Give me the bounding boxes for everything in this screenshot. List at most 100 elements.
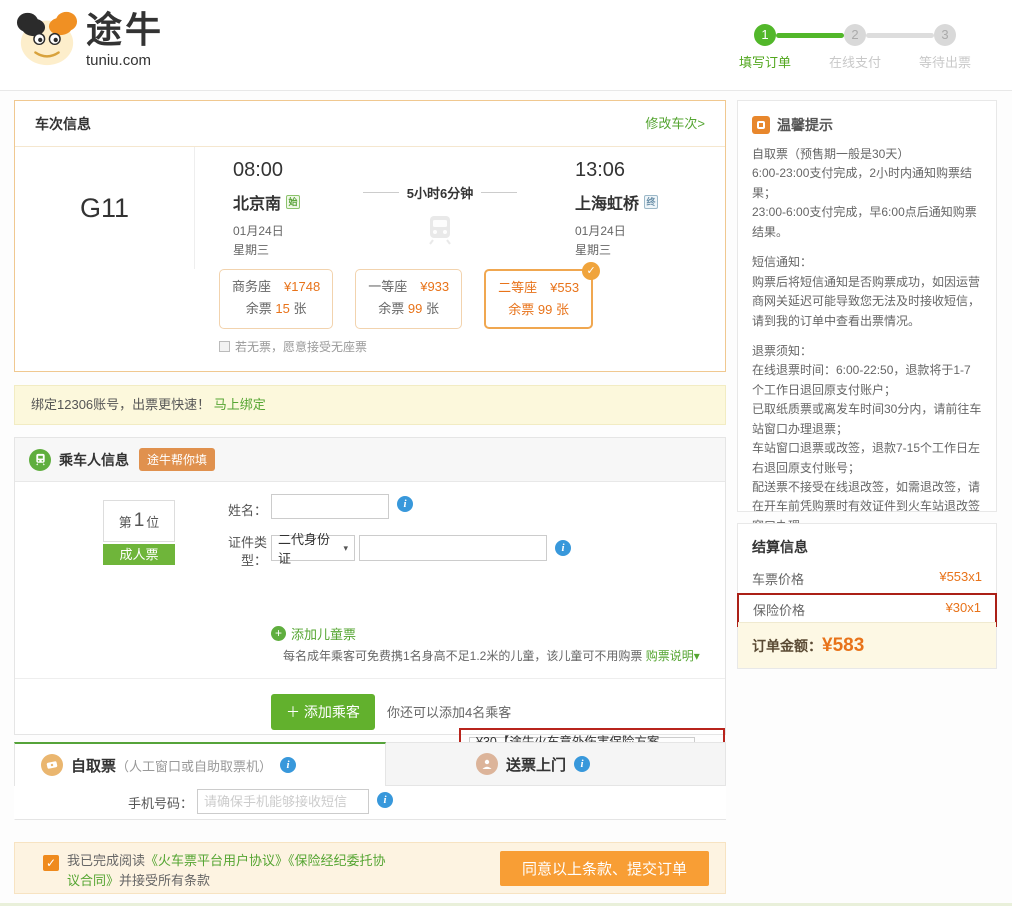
settlement-title: 结算信息 xyxy=(738,524,996,566)
tab-self-pickup[interactable]: 自取票 （人工窗口或自助取票机） i xyxy=(14,742,386,786)
arrive-time: 13:06 xyxy=(575,159,658,182)
phone-input[interactable] xyxy=(197,789,369,814)
seat-option-first[interactable]: 一等座 ¥933 余票 99 张 xyxy=(355,269,462,329)
bind-text: 绑定12306账号，出票更快速！ xyxy=(31,397,210,412)
step-2-label: 在线支付 xyxy=(820,52,890,71)
step-1-label: 填写订单 xyxy=(730,52,800,71)
duration-text: 5小时6分钟 xyxy=(355,183,525,202)
tab-self-sub: （人工窗口或自助取票机） xyxy=(116,756,272,775)
seat-unit: 张 xyxy=(556,302,569,317)
id-number-input[interactable] xyxy=(359,535,547,561)
delivery-section: 自取票 （人工窗口或自助取票机） i 送票上门 i 手机号码： i xyxy=(14,742,726,820)
seat-selected-check-icon: ✓ xyxy=(582,262,600,280)
ticket-price-value: ¥553x1 xyxy=(939,569,982,588)
insurance-price-label: 保险价格 xyxy=(753,600,805,619)
step-3-label: 等待出票 xyxy=(910,52,980,71)
seat-price: ¥553 xyxy=(550,280,579,295)
tips-paragraph-sms: 短信通知： 购票后将短信通知是否购票成功，如因运营商网关延迟可能导致您无法及时接… xyxy=(738,253,996,331)
user-agreement-link[interactable]: 《火车票平台用户协议》 xyxy=(145,853,288,868)
seat-count: 99 xyxy=(538,302,552,317)
self-pickup-info-icon[interactable]: i xyxy=(280,757,296,773)
tab-self-label: 自取票 xyxy=(71,755,116,776)
train-number: G11 xyxy=(15,147,195,269)
tuniu-helpfill-badge[interactable]: 途牛帮你填 xyxy=(139,448,215,471)
add-passenger-button[interactable]: ＋ 添加乘客 xyxy=(271,694,375,730)
step-3-circle: 3 xyxy=(934,24,956,46)
seat-left-label: 余票 xyxy=(378,301,404,316)
seat-option-second-selected[interactable]: ✓ 二等座 ¥553 余票 99 张 xyxy=(484,269,593,329)
tips-title: 温馨提示 xyxy=(777,115,833,135)
submit-order-button[interactable]: 同意以上条款、提交订单 xyxy=(500,851,709,886)
train-info-card: 车次信息 修改车次> G11 08:00 北京南 始 01月24日 星期三 5小… xyxy=(14,100,726,372)
child-note-text: 每名成年乘客可免费携1名身高不足1.2米的儿童，该儿童可不用购票 xyxy=(283,649,642,663)
seat-name: 二等座 xyxy=(498,280,537,295)
page: 途牛 tuniu.com 1 2 3 填写订单 在线支付 等待出票 车次信息 修… xyxy=(0,0,1012,906)
logo-domain: tuniu.com xyxy=(86,52,164,69)
agreement-bar: ✓ 我已完成阅读《火车票平台用户协议》《保险经纪委托协议合同》并接受所有条款 同… xyxy=(14,842,726,894)
train-card-title: 车次信息 xyxy=(35,101,91,146)
order-total-value: ¥583 xyxy=(822,635,864,657)
ticket-price-row: 车票价格 ¥553x1 xyxy=(738,566,996,593)
bind-12306-bar: 绑定12306账号，出票更快速！ 马上绑定 xyxy=(14,385,726,425)
passenger-index-box: 第1位 xyxy=(103,500,175,542)
depart-weekday: 星期三 xyxy=(233,241,300,260)
seat-left-label: 余票 xyxy=(246,301,272,316)
tips-card: 温馨提示 自取票（预售期一般是30天） 6:00-23:00支付完成，2小时内通… xyxy=(737,100,997,512)
no-seat-label: 若无票，愿意接受无座票 xyxy=(235,338,367,355)
train-icon xyxy=(355,212,525,251)
insurance-price-value: ¥30x1 xyxy=(946,600,981,619)
agreement-post: 并接受所有条款 xyxy=(119,873,210,888)
phone-row: 手机号码： i xyxy=(14,786,726,820)
id-info-icon[interactable]: i xyxy=(555,540,571,556)
person-icon xyxy=(476,753,498,775)
seat-option-business[interactable]: 商务座 ¥1748 余票 15 张 xyxy=(219,269,333,329)
name-label: 姓名： xyxy=(205,500,267,519)
tab-home-label: 送票上门 xyxy=(506,754,566,775)
seat-unit: 张 xyxy=(293,301,306,316)
arrive-date: 01月24日 xyxy=(575,222,658,241)
agreement-pre: 我已完成阅读 xyxy=(67,853,145,868)
name-info-icon[interactable]: i xyxy=(397,496,413,512)
seat-unit: 张 xyxy=(426,301,439,316)
home-delivery-info-icon[interactable]: i xyxy=(574,756,590,772)
arrive-badge: 终 xyxy=(644,195,658,209)
seat-count: 99 xyxy=(408,301,422,316)
id-type-select[interactable]: 二代身份证 ▾ xyxy=(271,535,355,561)
agreement-text: 我已完成阅读《火车票平台用户协议》《保险经纪委托协议合同》并接受所有条款 xyxy=(67,851,397,891)
tips-paragraph-pickup: 自取票（预售期一般是30天） 6:00-23:00支付完成，2小时内通知购票结果… xyxy=(738,145,996,242)
caret-down-icon: ▾ xyxy=(343,543,348,554)
logo-text: 途牛 xyxy=(86,8,164,52)
tab-home-delivery[interactable]: 送票上门 i xyxy=(386,742,726,786)
id-type-label: 证件类型： xyxy=(215,534,267,569)
idx-post: 位 xyxy=(146,512,159,531)
tuniu-logo[interactable]: 途牛 tuniu.com xyxy=(16,8,164,69)
header: 途牛 tuniu.com 1 2 3 填写订单 在线支付 等待出票 xyxy=(0,0,1012,91)
depart-badge: 始 xyxy=(286,195,300,209)
tips-icon xyxy=(752,116,770,134)
add-child-label: 添加儿童票 xyxy=(291,624,356,643)
ticket-price-label: 车票价格 xyxy=(752,569,804,588)
modify-train-link[interactable]: 修改车次> xyxy=(645,101,705,146)
id-type-value: 二代身份证 xyxy=(278,529,337,567)
step-2-circle: 2 xyxy=(844,24,866,46)
phone-info-icon[interactable]: i xyxy=(377,792,393,808)
bind-now-link[interactable]: 马上绑定 xyxy=(214,397,266,412)
add-child-ticket-link[interactable]: + 添加儿童票 xyxy=(271,624,356,643)
depart-station: 北京南 xyxy=(233,190,281,214)
adult-ticket-badge: 成人票 xyxy=(103,544,175,565)
seat-name: 商务座 xyxy=(232,279,271,294)
passenger-info-card: 乘车人信息 途牛帮你填 第1位 成人票 姓名： i 证件类型： 二代身份证 ▾ … xyxy=(14,437,726,735)
passenger-name-input[interactable] xyxy=(271,494,389,519)
step-1-circle: 1 xyxy=(754,24,776,46)
depart-date: 01月24日 xyxy=(233,222,300,241)
depart-time: 08:00 xyxy=(233,159,300,182)
seat-count: 15 xyxy=(275,301,289,316)
no-seat-checkbox[interactable] xyxy=(219,341,230,352)
ticket-note-link[interactable]: 购票说明▾ xyxy=(646,649,700,663)
agreement-checkbox[interactable]: ✓ xyxy=(43,855,59,871)
divider xyxy=(15,678,725,679)
plus-icon: + xyxy=(271,626,286,641)
arrive-station: 上海虹桥 xyxy=(575,190,639,214)
seat-price: ¥933 xyxy=(420,279,449,294)
add-passenger-note: 你还可以添加4名乘客 xyxy=(387,702,511,721)
